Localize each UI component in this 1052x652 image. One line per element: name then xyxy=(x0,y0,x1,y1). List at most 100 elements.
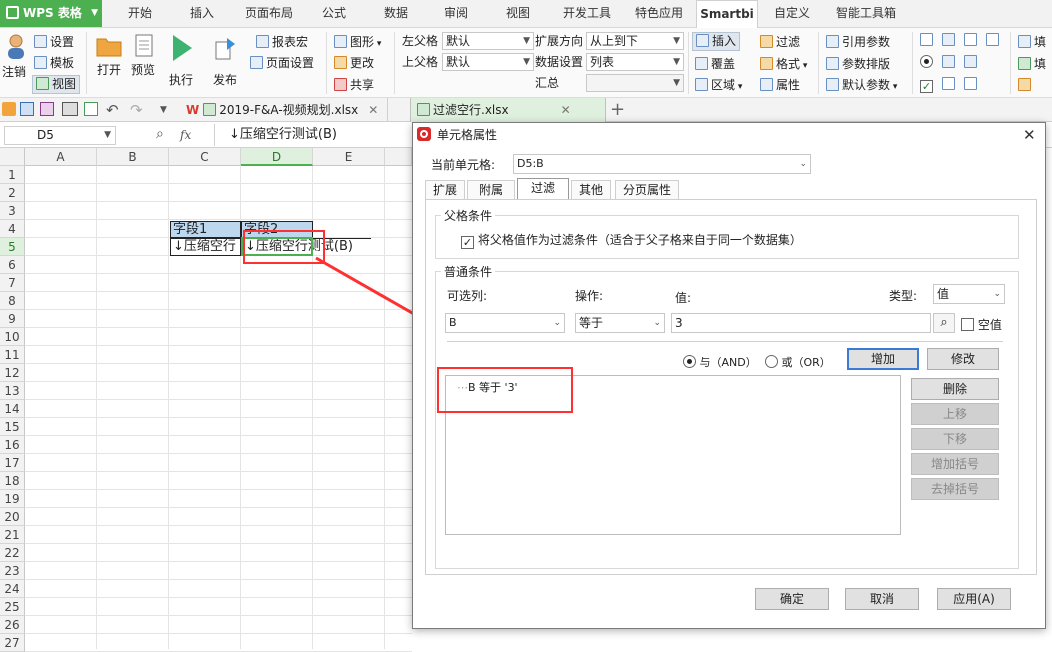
tab-custom[interactable]: 自定义 xyxy=(764,0,820,27)
add-button[interactable]: 增加 xyxy=(847,348,919,370)
tab-filter[interactable]: 过滤 xyxy=(517,178,569,200)
tab-other[interactable]: 其他 xyxy=(571,180,611,200)
ref-param-button[interactable]: 引用参数 xyxy=(826,32,890,52)
summary-select[interactable]: ▼ xyxy=(586,74,684,92)
column-header-A[interactable]: A xyxy=(25,148,97,166)
redo-icon[interactable]: ↷ xyxy=(130,98,143,122)
tab-view[interactable]: 视图 xyxy=(490,0,546,27)
row-header[interactable]: 17 xyxy=(0,454,25,472)
view-button[interactable]: 视图 xyxy=(32,75,81,94)
row-header[interactable]: 23 xyxy=(0,562,25,580)
share-button[interactable]: 共享 xyxy=(334,75,374,95)
close-icon[interactable]: ✕ xyxy=(561,103,571,117)
and-radio[interactable]: 与（AND） xyxy=(683,354,757,370)
more-dropdown-icon[interactable]: ▼ xyxy=(160,98,167,122)
publish-button[interactable]: 发布 xyxy=(213,70,237,90)
fill-button-1[interactable]: 填 xyxy=(1018,32,1046,52)
checkbox-control-icon[interactable]: ✓ xyxy=(920,77,933,93)
cell-C5[interactable]: ↓压缩空行 xyxy=(170,238,241,256)
undo-icon[interactable]: ↶ xyxy=(106,98,119,122)
row-header[interactable]: 25 xyxy=(0,598,25,616)
operation-select[interactable]: 等于 ⌄ xyxy=(575,313,665,333)
add-tab-icon[interactable]: + xyxy=(610,98,625,122)
row-header[interactable]: 4 xyxy=(0,220,25,238)
save-icon[interactable] xyxy=(20,102,34,116)
value-input[interactable]: 3 xyxy=(671,313,931,333)
row-header[interactable]: 5 xyxy=(0,238,25,256)
type-select[interactable]: 值 ⌄ xyxy=(933,284,1005,304)
new-file-icon[interactable] xyxy=(2,102,16,116)
tab-data[interactable]: 数据 xyxy=(368,0,424,27)
radio-control-icon[interactable] xyxy=(920,55,933,69)
row-header[interactable]: 12 xyxy=(0,364,25,382)
row-header[interactable]: 6 xyxy=(0,256,25,274)
tab-special[interactable]: 特色应用 xyxy=(626,0,692,27)
column-header-C[interactable]: C xyxy=(169,148,241,166)
row-header[interactable]: 24 xyxy=(0,580,25,598)
param-layout-button[interactable]: 参数排版 xyxy=(826,54,890,74)
row-header[interactable]: 19 xyxy=(0,490,25,508)
current-cell-select[interactable]: D5:B ⌄ xyxy=(513,154,811,174)
calendar-control-icon[interactable] xyxy=(986,33,1002,47)
tab-smartbi[interactable]: Smartbi xyxy=(696,0,758,28)
update-button[interactable]: 更改 xyxy=(334,53,374,73)
column-header-B[interactable]: B xyxy=(97,148,169,166)
zoom-icon[interactable]: ⌕ xyxy=(156,126,172,142)
row-header[interactable]: 26 xyxy=(0,616,25,634)
cell-C4[interactable]: 字段1 xyxy=(170,221,241,238)
row-header[interactable]: 22 xyxy=(0,544,25,562)
wps-app-menu[interactable]: WPS 表格 ▼ xyxy=(0,0,102,27)
add-bracket-button[interactable]: 增加括号 xyxy=(911,453,999,475)
login-button[interactable]: 注销 xyxy=(2,62,26,82)
row-header[interactable]: 20 xyxy=(0,508,25,526)
settings-button[interactable]: 设置 xyxy=(34,32,74,52)
cancel-button[interactable]: 取消 xyxy=(845,588,919,610)
close-icon[interactable]: ✕ xyxy=(368,103,378,117)
row-header[interactable]: 21 xyxy=(0,526,25,544)
export-pdf-icon[interactable] xyxy=(40,102,54,116)
row-header[interactable]: 2 xyxy=(0,184,25,202)
apply-button[interactable]: 应用(A) xyxy=(937,588,1011,610)
data-setting-select[interactable]: 列表 ▼ xyxy=(586,53,684,71)
row-header[interactable]: 13 xyxy=(0,382,25,400)
tab-attach[interactable]: 附属 xyxy=(467,180,515,200)
default-param-button[interactable]: 默认参数 ▾ xyxy=(826,75,897,95)
tab-page-property[interactable]: 分页属性 xyxy=(615,180,679,200)
tab-insert[interactable]: 插入 xyxy=(172,0,232,27)
ok-button[interactable]: 确定 xyxy=(755,588,829,610)
name-box[interactable]: D5 ▼ xyxy=(4,126,116,145)
row-header[interactable]: 9 xyxy=(0,310,25,328)
doc-tab-video-plan[interactable]: W 2019-F&A-视频规划.xlsx ✕ xyxy=(180,98,388,122)
empty-value-checkbox[interactable]: 空值 xyxy=(961,316,1002,333)
column-select[interactable]: B ⌄ xyxy=(445,313,565,333)
row-header[interactable]: 15 xyxy=(0,418,25,436)
row-header[interactable]: 11 xyxy=(0,346,25,364)
tab-page-layout[interactable]: 页面布局 xyxy=(236,0,302,27)
area-button[interactable]: 区域 ▾ xyxy=(695,75,742,95)
open-button[interactable]: 打开 xyxy=(97,60,121,80)
fill-button-2[interactable]: 填 xyxy=(1018,54,1046,74)
picture-control-icon[interactable] xyxy=(964,77,980,91)
close-icon[interactable]: ✕ xyxy=(1023,123,1036,147)
row-header[interactable]: 10 xyxy=(0,328,25,346)
row-header[interactable]: 18 xyxy=(0,472,25,490)
modify-button[interactable]: 修改 xyxy=(927,348,999,370)
execute-button[interactable]: 执行 xyxy=(169,70,193,90)
report-macro-button[interactable]: 报表宏 xyxy=(256,32,308,52)
tab-smart-toolbox[interactable]: 智能工具箱 xyxy=(826,0,906,27)
top-parent-select[interactable]: 默认 ▼ xyxy=(442,53,534,71)
delete-button[interactable]: 删除 xyxy=(911,378,999,400)
or-radio[interactable]: 或（OR） xyxy=(765,354,831,370)
tab-review[interactable]: 审阅 xyxy=(428,0,484,27)
tree-control-icon[interactable] xyxy=(942,55,958,69)
column-header-E[interactable]: E xyxy=(313,148,385,166)
grid-control-icon[interactable] xyxy=(964,55,980,69)
format-button[interactable]: 格式 ▾ xyxy=(760,54,807,74)
expand-direction-select[interactable]: 从上到下 ▼ xyxy=(586,32,684,50)
fx-icon[interactable]: fx xyxy=(180,126,191,144)
left-parent-select[interactable]: 默认 ▼ xyxy=(442,32,534,50)
row-header[interactable]: 8 xyxy=(0,292,25,310)
template-button[interactable]: 模板 xyxy=(34,53,74,73)
fill-button-3[interactable] xyxy=(1018,75,1034,95)
row-header[interactable]: 1 xyxy=(0,166,25,184)
